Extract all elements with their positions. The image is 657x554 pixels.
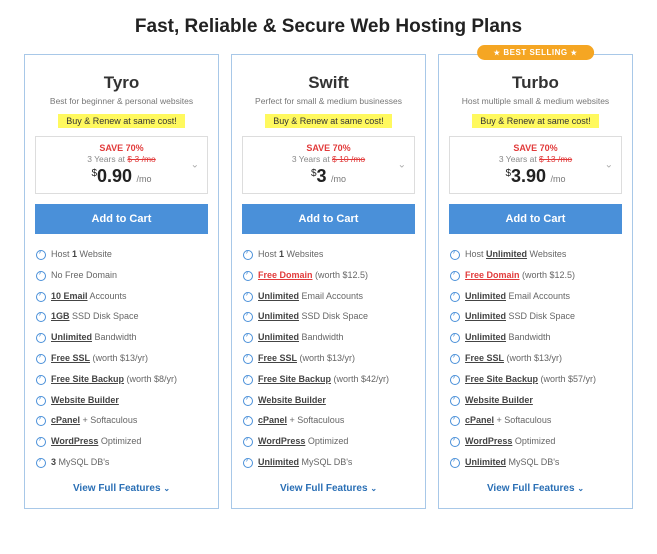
- term-row: 3 Years at $ 10 /mo: [251, 154, 406, 164]
- feature-item: Host 1 Website: [35, 244, 208, 265]
- view-full-features-link[interactable]: View Full Features ⌄: [242, 483, 415, 494]
- feature-item: WordPress Optimized: [449, 431, 622, 452]
- add-to-cart-button[interactable]: Add to Cart: [449, 204, 622, 234]
- feature-item: Website Builder: [35, 390, 208, 411]
- save-label: SAVE 70%: [251, 143, 406, 153]
- price-selector[interactable]: SAVE 70%3 Years at $ 3 /mo $0.90 /mo⌄: [35, 136, 208, 194]
- feature-item: Free Site Backup (worth $57/yr): [449, 369, 622, 390]
- feature-item: 10 Email Accounts: [35, 286, 208, 307]
- add-to-cart-button[interactable]: Add to Cart: [35, 204, 208, 234]
- plan-description: Best for beginner & personal websites: [35, 96, 208, 106]
- feature-item: Unlimited MySQL DB's: [242, 452, 415, 473]
- add-to-cart-button[interactable]: Add to Cart: [242, 204, 415, 234]
- feature-item: Unlimited MySQL DB's: [449, 452, 622, 473]
- term-row: 3 Years at $ 13 /mo: [458, 154, 613, 164]
- plan-swift: Swift Perfect for small & medium business…: [231, 54, 426, 509]
- save-label: SAVE 70%: [44, 143, 199, 153]
- feature-item: Unlimited SSD Disk Space: [242, 306, 415, 327]
- feature-item: Free SSL (worth $13/yr): [242, 348, 415, 369]
- promo-tag: Buy & Renew at same cost!: [265, 114, 392, 128]
- feature-item: cPanel + Softaculous: [35, 410, 208, 431]
- page-heading: Fast, Reliable & Secure Web Hosting Plan…: [0, 16, 657, 38]
- feature-item: WordPress Optimized: [35, 431, 208, 452]
- plan-name: Tyro: [35, 73, 208, 93]
- plan-name: Swift: [242, 73, 415, 93]
- view-full-features-link[interactable]: View Full Features ⌄: [35, 483, 208, 494]
- feature-item: Free Site Backup (worth $42/yr): [242, 369, 415, 390]
- feature-item: Free SSL (worth $13/yr): [35, 348, 208, 369]
- feature-list: Host 1 WebsitesFree Domain (worth $12.5)…: [242, 244, 415, 473]
- feature-item: Unlimited Bandwidth: [35, 327, 208, 348]
- price: $3.90 /mo: [458, 166, 613, 187]
- feature-item: 1GB SSD Disk Space: [35, 306, 208, 327]
- feature-item: Free Site Backup (worth $8/yr): [35, 369, 208, 390]
- feature-item: Website Builder: [449, 390, 622, 411]
- plan-tyro: Tyro Best for beginner & personal website…: [24, 54, 219, 509]
- price-selector[interactable]: SAVE 70%3 Years at $ 10 /mo $3 /mo⌄: [242, 136, 415, 194]
- feature-item: WordPress Optimized: [242, 431, 415, 452]
- feature-item: Unlimited Bandwidth: [449, 327, 622, 348]
- plan-description: Perfect for small & medium businesses: [242, 96, 415, 106]
- plan-name: Turbo: [449, 73, 622, 93]
- price: $3 /mo: [251, 166, 406, 187]
- plans-container: Tyro Best for beginner & personal website…: [0, 54, 657, 509]
- feature-item: Host 1 Websites: [242, 244, 415, 265]
- feature-item: Unlimited SSD Disk Space: [449, 306, 622, 327]
- feature-list: Host 1 WebsiteNo Free Domain10 Email Acc…: [35, 244, 208, 473]
- plan-turbo: BEST SELLINGTurboHost multiple small & m…: [438, 54, 633, 509]
- best-selling-badge: BEST SELLING: [477, 45, 595, 60]
- chevron-down-icon: ⌄: [370, 484, 377, 493]
- save-label: SAVE 70%: [458, 143, 613, 153]
- term-row: 3 Years at $ 3 /mo: [44, 154, 199, 164]
- feature-item: Host Unlimited Websites: [449, 244, 622, 265]
- feature-item: Website Builder: [242, 390, 415, 411]
- view-full-features-link[interactable]: View Full Features ⌄: [449, 483, 622, 494]
- feature-item: cPanel + Softaculous: [449, 410, 622, 431]
- plan-description: Host multiple small & medium websites: [449, 96, 622, 106]
- feature-item: Free SSL (worth $13/yr): [449, 348, 622, 369]
- feature-item: cPanel + Softaculous: [242, 410, 415, 431]
- price-selector[interactable]: SAVE 70%3 Years at $ 13 /mo $3.90 /mo⌄: [449, 136, 622, 194]
- promo-tag: Buy & Renew at same cost!: [58, 114, 185, 128]
- feature-item: Unlimited Bandwidth: [242, 327, 415, 348]
- chevron-down-icon: ⌄: [191, 160, 199, 171]
- feature-item: Unlimited Email Accounts: [449, 286, 622, 307]
- feature-item: 3 MySQL DB's: [35, 452, 208, 473]
- feature-item: Free Domain (worth $12.5): [449, 265, 622, 286]
- chevron-down-icon: ⌄: [398, 160, 406, 171]
- chevron-down-icon: ⌄: [163, 484, 170, 493]
- feature-item: No Free Domain: [35, 265, 208, 286]
- promo-tag: Buy & Renew at same cost!: [472, 114, 599, 128]
- chevron-down-icon: ⌄: [605, 160, 613, 171]
- price: $0.90 /mo: [44, 166, 199, 187]
- chevron-down-icon: ⌄: [577, 484, 584, 493]
- feature-item: Unlimited Email Accounts: [242, 286, 415, 307]
- feature-item: Free Domain (worth $12.5): [242, 265, 415, 286]
- feature-list: Host Unlimited WebsitesFree Domain (wort…: [449, 244, 622, 473]
